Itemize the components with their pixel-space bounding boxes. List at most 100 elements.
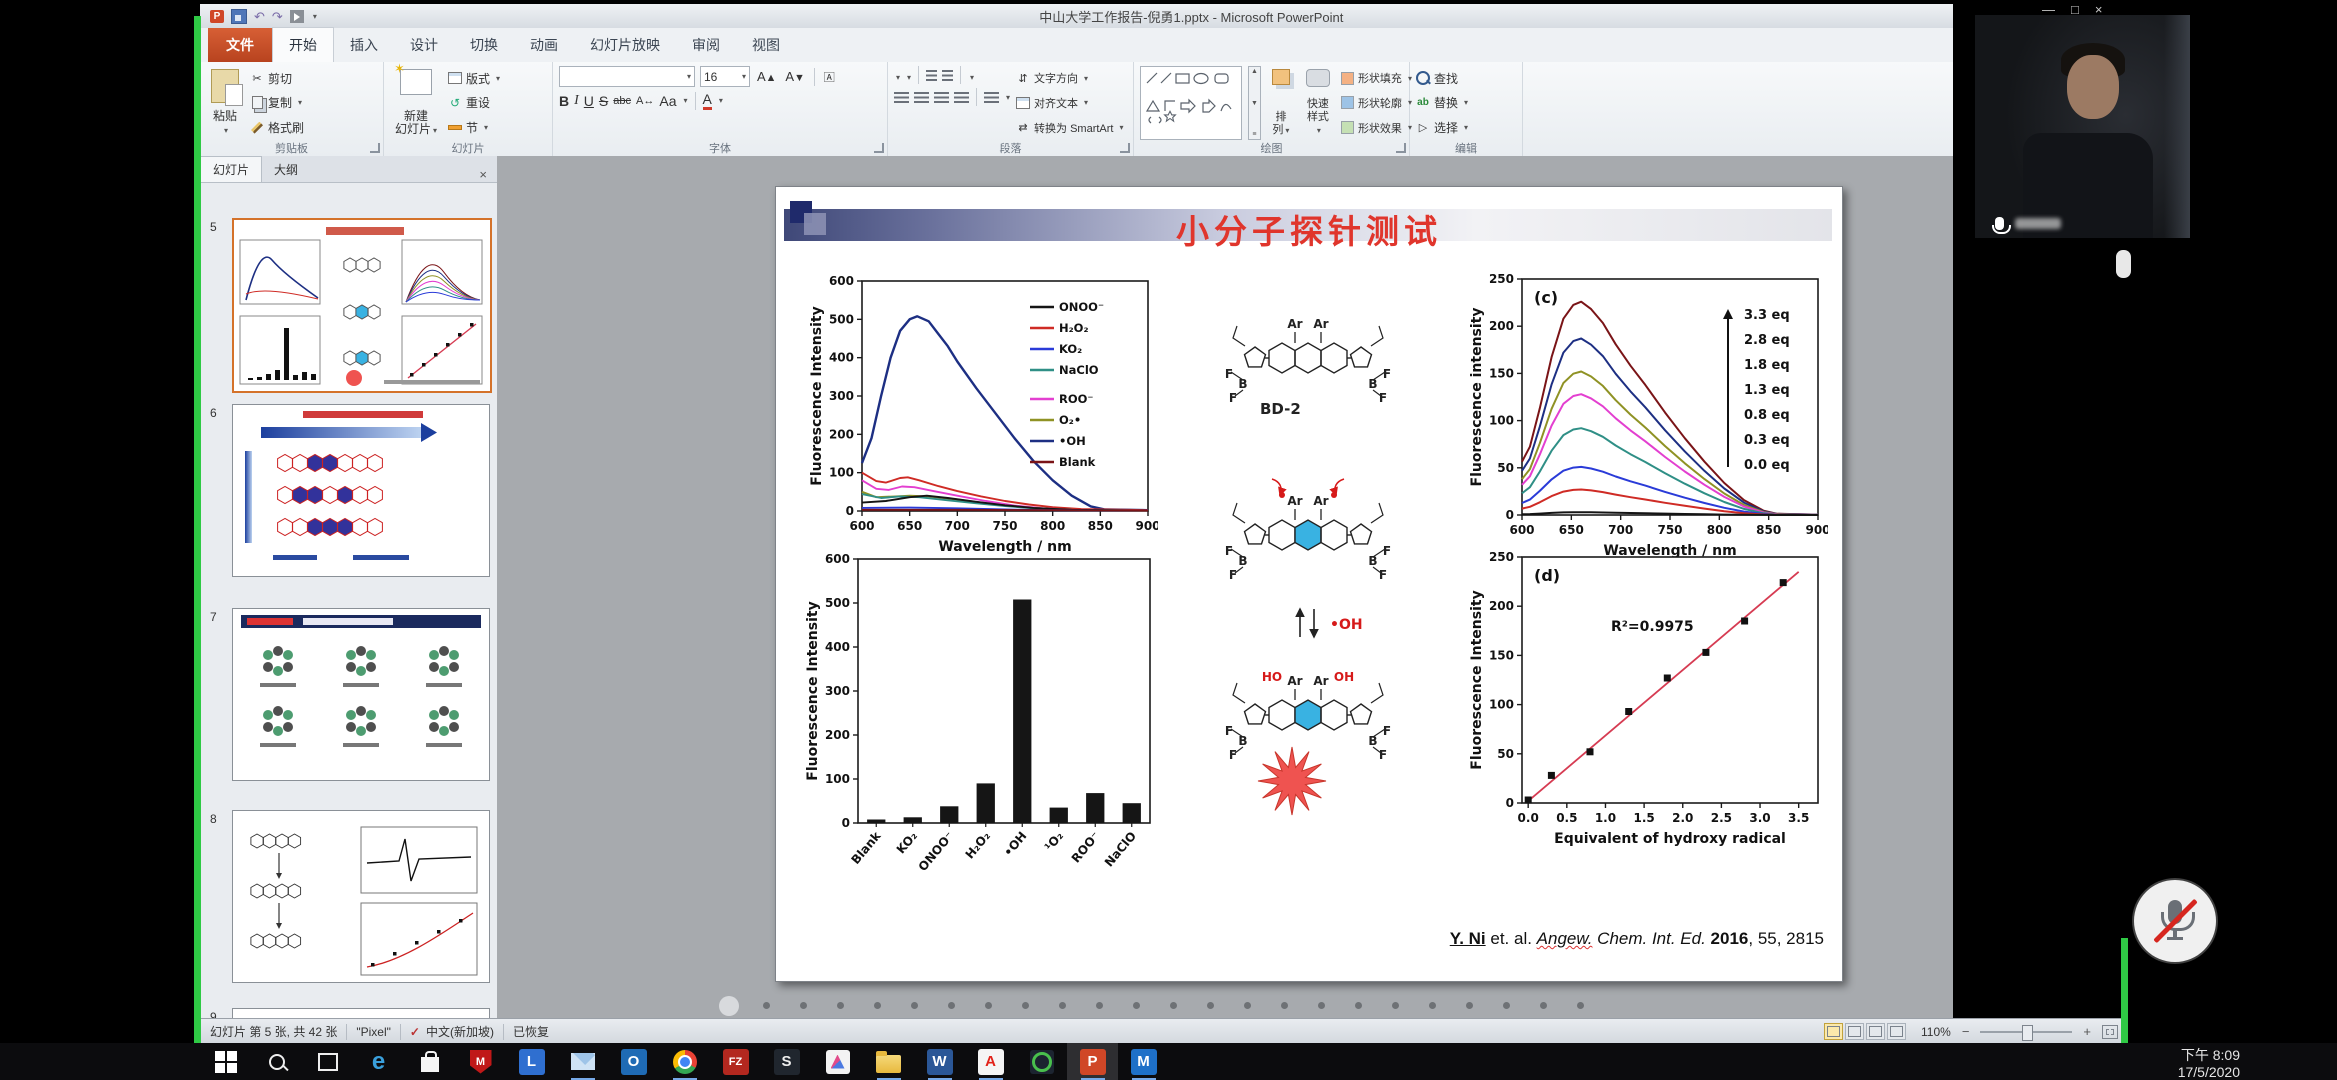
bullets-button[interactable]: ▾ — [894, 68, 900, 83]
panel-close-icon[interactable]: × — [469, 167, 497, 182]
new-slide-button[interactable]: 新建幻灯片▾ — [390, 66, 442, 140]
strip-dot[interactable] — [1207, 1002, 1214, 1009]
dialog-launcher-icon[interactable] — [1396, 143, 1406, 153]
tab-view[interactable]: 视图 — [736, 28, 796, 62]
taskbar-chrome[interactable] — [659, 1043, 710, 1080]
character-spacing-button[interactable]: A↔ — [636, 95, 654, 107]
line-spacing-button[interactable]: ▾ — [968, 68, 974, 83]
reset-button[interactable]: ↺重设 — [448, 94, 500, 111]
change-case-button[interactable]: Aa — [659, 93, 676, 109]
strikethrough-button[interactable]: S — [599, 93, 608, 109]
select-button[interactable]: ▷选择▾ — [1416, 119, 1468, 136]
arrange-button[interactable]: 排列▾ — [1267, 66, 1295, 140]
spellcheck-icon[interactable]: ✓ — [410, 1025, 420, 1039]
strip-dot[interactable] — [837, 1002, 844, 1009]
align-left-button[interactable] — [894, 92, 909, 103]
shapes-gallery[interactable] — [1140, 66, 1242, 140]
save-icon[interactable] — [231, 9, 247, 24]
taskbar-app-l[interactable]: L — [506, 1043, 557, 1080]
strip-dot[interactable] — [1503, 1002, 1510, 1009]
strip-dot[interactable] — [874, 1002, 881, 1009]
italic-button[interactable]: I — [574, 93, 579, 109]
align-center-button[interactable] — [914, 92, 929, 103]
tab-home[interactable]: 开始 — [272, 27, 334, 62]
zoom-out-button[interactable]: − — [1959, 1024, 1973, 1039]
strip-dot[interactable] — [1540, 1002, 1547, 1009]
replace-button[interactable]: ab替换▾ — [1416, 94, 1468, 111]
webcam-video[interactable] — [1975, 15, 2190, 238]
paste-button[interactable]: 粘贴▾ — [206, 66, 244, 140]
format-painter-button[interactable]: 格式刷 — [250, 119, 304, 136]
strip-dot[interactable] — [985, 1002, 992, 1009]
redo-icon[interactable]: ↷ — [272, 10, 283, 23]
strip-dot[interactable] — [911, 1002, 918, 1009]
taskbar-mail[interactable] — [557, 1043, 608, 1080]
undo-icon[interactable]: ↶ — [254, 10, 265, 23]
normal-view-button[interactable] — [1824, 1023, 1843, 1040]
language-status[interactable]: 中文(新加坡) — [426, 1023, 494, 1040]
tab-slideshow[interactable]: 幻灯片放映 — [574, 28, 676, 62]
taskbar-file-explorer[interactable] — [863, 1043, 914, 1080]
increase-indent-button[interactable] — [942, 70, 953, 81]
taskbar-cd-app[interactable] — [1016, 1043, 1067, 1080]
layout-button[interactable]: 版式▾ — [448, 70, 500, 87]
taskbar-word[interactable]: W — [914, 1043, 965, 1080]
strip-dot[interactable] — [1244, 1002, 1251, 1009]
strip-dot[interactable] — [800, 1002, 807, 1009]
strip-dot[interactable] — [1281, 1002, 1288, 1009]
font-name-select[interactable]: ▾ — [559, 66, 695, 87]
columns-button[interactable] — [984, 92, 999, 103]
bold-button[interactable]: B — [559, 93, 569, 109]
slide-thumbnail-8[interactable]: 8 — [200, 810, 497, 981]
slideshow-view-button[interactable] — [1887, 1023, 1906, 1040]
taskbar-filezilla[interactable]: FZ — [710, 1043, 761, 1080]
slide-canvas[interactable]: 小分子探针测试 0 100 200 300 400 500 600 600 65… — [775, 186, 1843, 982]
shape-effects-button[interactable]: 形状效果▾ — [1341, 120, 1412, 136]
taskbar-clock[interactable]: 下午 8:09 17/5/2020 — [2096, 1047, 2240, 1080]
strip-dot[interactable] — [1577, 1002, 1584, 1009]
font-size-select[interactable]: 16▾ — [700, 66, 750, 87]
slide-sorter-view-button[interactable] — [1845, 1023, 1864, 1040]
qat-dropdown-icon[interactable]: ▾ — [313, 12, 317, 21]
shape-fill-button[interactable]: 形状填充▾ — [1341, 70, 1412, 86]
taskbar-edge[interactable]: e — [353, 1043, 404, 1080]
find-button[interactable]: 查找 — [1416, 70, 1468, 87]
mic-muted-button[interactable] — [2134, 880, 2216, 962]
justify-button[interactable] — [954, 92, 969, 103]
taskbar-app-s[interactable]: S — [761, 1043, 812, 1080]
dialog-launcher-icon[interactable] — [370, 143, 380, 153]
taskbar-microsoft-store[interactable] — [404, 1043, 455, 1080]
taskbar-acrobat[interactable]: A — [965, 1043, 1016, 1080]
taskbar-search[interactable] — [251, 1043, 302, 1080]
align-right-button[interactable] — [934, 92, 949, 103]
reading-view-button[interactable] — [1866, 1023, 1885, 1040]
dialog-launcher-icon[interactable] — [874, 143, 884, 153]
slide-thumbnail-6[interactable]: 6 — [200, 404, 497, 575]
taskbar-mcafee[interactable]: M — [455, 1043, 506, 1080]
strip-dot[interactable] — [1022, 1002, 1029, 1009]
app-scrollbar-thumb[interactable] — [2116, 250, 2131, 278]
grow-font-button[interactable]: A▲ — [755, 69, 778, 84]
clear-formatting-button[interactable]: 🄰 — [822, 69, 837, 85]
taskbar-task-view[interactable] — [302, 1043, 353, 1080]
tab-transitions[interactable]: 切换 — [454, 28, 514, 62]
shrink-font-button[interactable]: A▼ — [783, 69, 806, 84]
tab-file[interactable]: 文件 — [208, 28, 272, 62]
zoom-slider[interactable] — [1980, 1031, 2072, 1033]
tab-review[interactable]: 审阅 — [676, 28, 736, 62]
strip-dot[interactable] — [1059, 1002, 1066, 1009]
strip-dot[interactable] — [1355, 1002, 1362, 1009]
dialog-launcher-icon[interactable] — [1120, 143, 1130, 153]
shadow-button[interactable]: abc — [613, 95, 631, 107]
strip-dot[interactable] — [1170, 1002, 1177, 1009]
strip-nav-button[interactable] — [719, 996, 739, 1016]
underline-button[interactable]: U — [584, 93, 594, 109]
zoom-in-button[interactable]: + — [2080, 1024, 2094, 1039]
shapes-scrollbar[interactable]: ▲▼≡ — [1248, 66, 1261, 140]
decrease-indent-button[interactable] — [926, 70, 937, 81]
panel-tab-slides[interactable]: 幻灯片 — [200, 156, 262, 182]
taskbar-paint-3d[interactable] — [812, 1043, 863, 1080]
section-button[interactable]: 节▾ — [448, 119, 500, 136]
shape-outline-button[interactable]: 形状轮廓▾ — [1341, 95, 1412, 111]
taskbar-start[interactable] — [200, 1043, 251, 1080]
